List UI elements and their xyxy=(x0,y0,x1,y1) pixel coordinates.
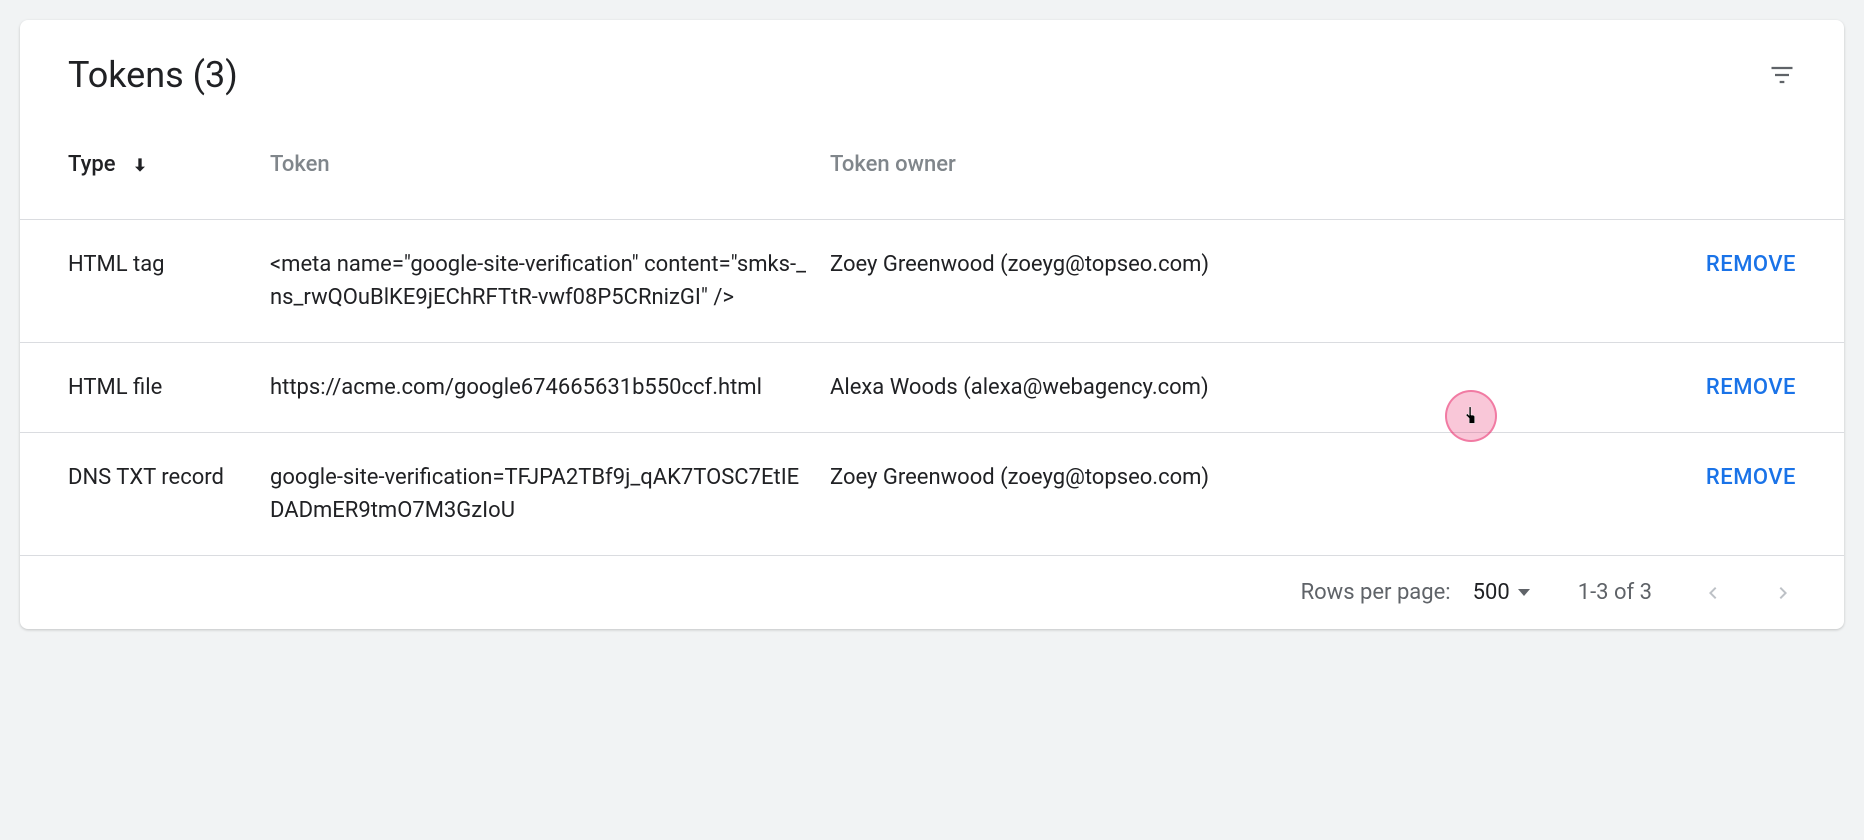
cell-type: DNS TXT record xyxy=(20,433,260,556)
remove-button[interactable]: REMOVE xyxy=(1706,465,1796,490)
rows-per-page-value: 500 xyxy=(1473,580,1510,605)
dropdown-arrow-icon xyxy=(1518,589,1530,596)
pagination: Rows per page: 500 1-3 of 3 xyxy=(20,556,1844,629)
rows-per-page-select[interactable]: 500 xyxy=(1473,580,1530,605)
column-header-type[interactable]: Type xyxy=(20,130,260,220)
tokens-card: Tokens (3) Type Token Token owner xyxy=(20,20,1844,629)
table-row: HTML file https://acme.com/google6746656… xyxy=(20,343,1844,433)
cell-owner: Zoey Greenwood (zoeyg@topseo.com) xyxy=(820,433,1320,556)
card-header: Tokens (3) xyxy=(20,20,1844,130)
filter-icon[interactable] xyxy=(1768,61,1796,89)
column-header-action xyxy=(1320,130,1844,220)
cell-token: <meta name="google-site-verification" co… xyxy=(260,220,820,343)
cell-owner: Zoey Greenwood (zoeyg@topseo.com) xyxy=(820,220,1320,343)
col-type-label: Type xyxy=(68,152,116,177)
remove-button[interactable]: REMOVE xyxy=(1706,252,1796,277)
cell-token: google-site-verification=TFJPA2TBf9j_qAK… xyxy=(260,433,820,556)
table-row: DNS TXT record google-site-verification=… xyxy=(20,433,1844,556)
rows-per-page-label: Rows per page: xyxy=(1301,580,1451,605)
cell-token: https://acme.com/google674665631b550ccf.… xyxy=(260,343,820,433)
cell-type: HTML file xyxy=(20,343,260,433)
col-token-label: Token xyxy=(270,152,330,177)
remove-button[interactable]: REMOVE xyxy=(1706,375,1796,400)
column-header-token[interactable]: Token xyxy=(260,130,820,220)
cell-owner: Alexa Woods (alexa@webagency.com) xyxy=(820,343,1320,433)
column-header-owner[interactable]: Token owner xyxy=(820,130,1320,220)
pagination-range: 1-3 of 3 xyxy=(1578,580,1652,605)
col-owner-label: Token owner xyxy=(830,152,956,177)
cell-type: HTML tag xyxy=(20,220,260,343)
rows-per-page: Rows per page: 500 xyxy=(1301,580,1530,605)
page-title: Tokens (3) xyxy=(68,54,238,96)
table-row: HTML tag <meta name="google-site-verific… xyxy=(20,220,1844,343)
previous-page-button[interactable] xyxy=(1700,581,1724,605)
sort-descending-icon xyxy=(130,155,150,175)
tokens-table: Type Token Token owner HTML tag <meta na… xyxy=(20,130,1844,556)
next-page-button[interactable] xyxy=(1772,581,1796,605)
